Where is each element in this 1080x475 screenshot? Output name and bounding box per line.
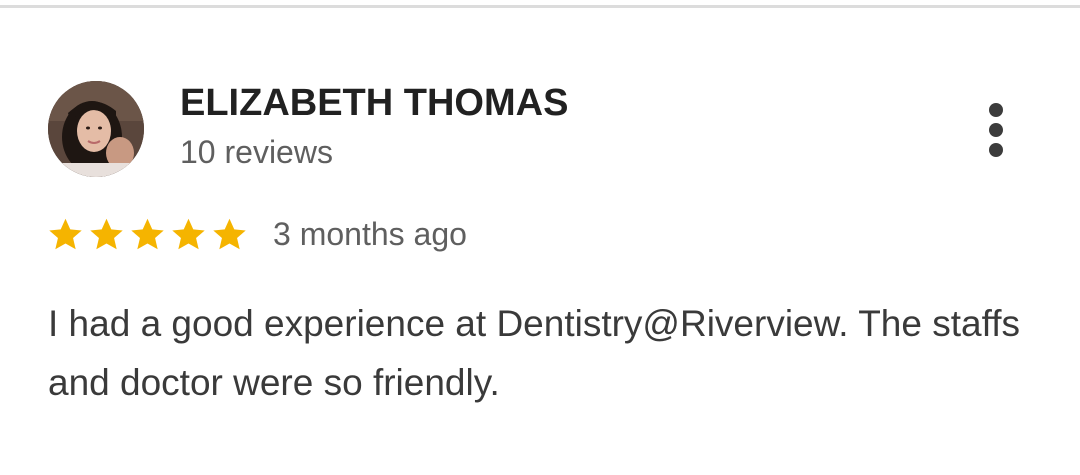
star-icon	[49, 218, 82, 249]
review-text: I had a good experience at Dentistry@Riv…	[48, 303, 1020, 403]
more-options-button[interactable]	[972, 98, 1020, 162]
top-divider	[0, 5, 1080, 8]
reviewer-name[interactable]: ELIZABETH THOMAS	[180, 82, 568, 125]
star-icon	[213, 218, 246, 249]
avatar-photo	[48, 81, 144, 177]
star-icon	[172, 218, 205, 249]
review-timestamp: 3 months ago	[273, 215, 467, 252]
review-count: 10 reviews	[180, 134, 333, 170]
review-card: ELIZABETH THOMAS 10 reviews 3 months ago…	[0, 0, 1080, 475]
star-rating	[47, 216, 252, 253]
star-icon	[90, 218, 123, 249]
avatar[interactable]	[48, 81, 144, 177]
rating-row: 3 months ago	[47, 212, 467, 256]
star-icon	[131, 218, 164, 249]
